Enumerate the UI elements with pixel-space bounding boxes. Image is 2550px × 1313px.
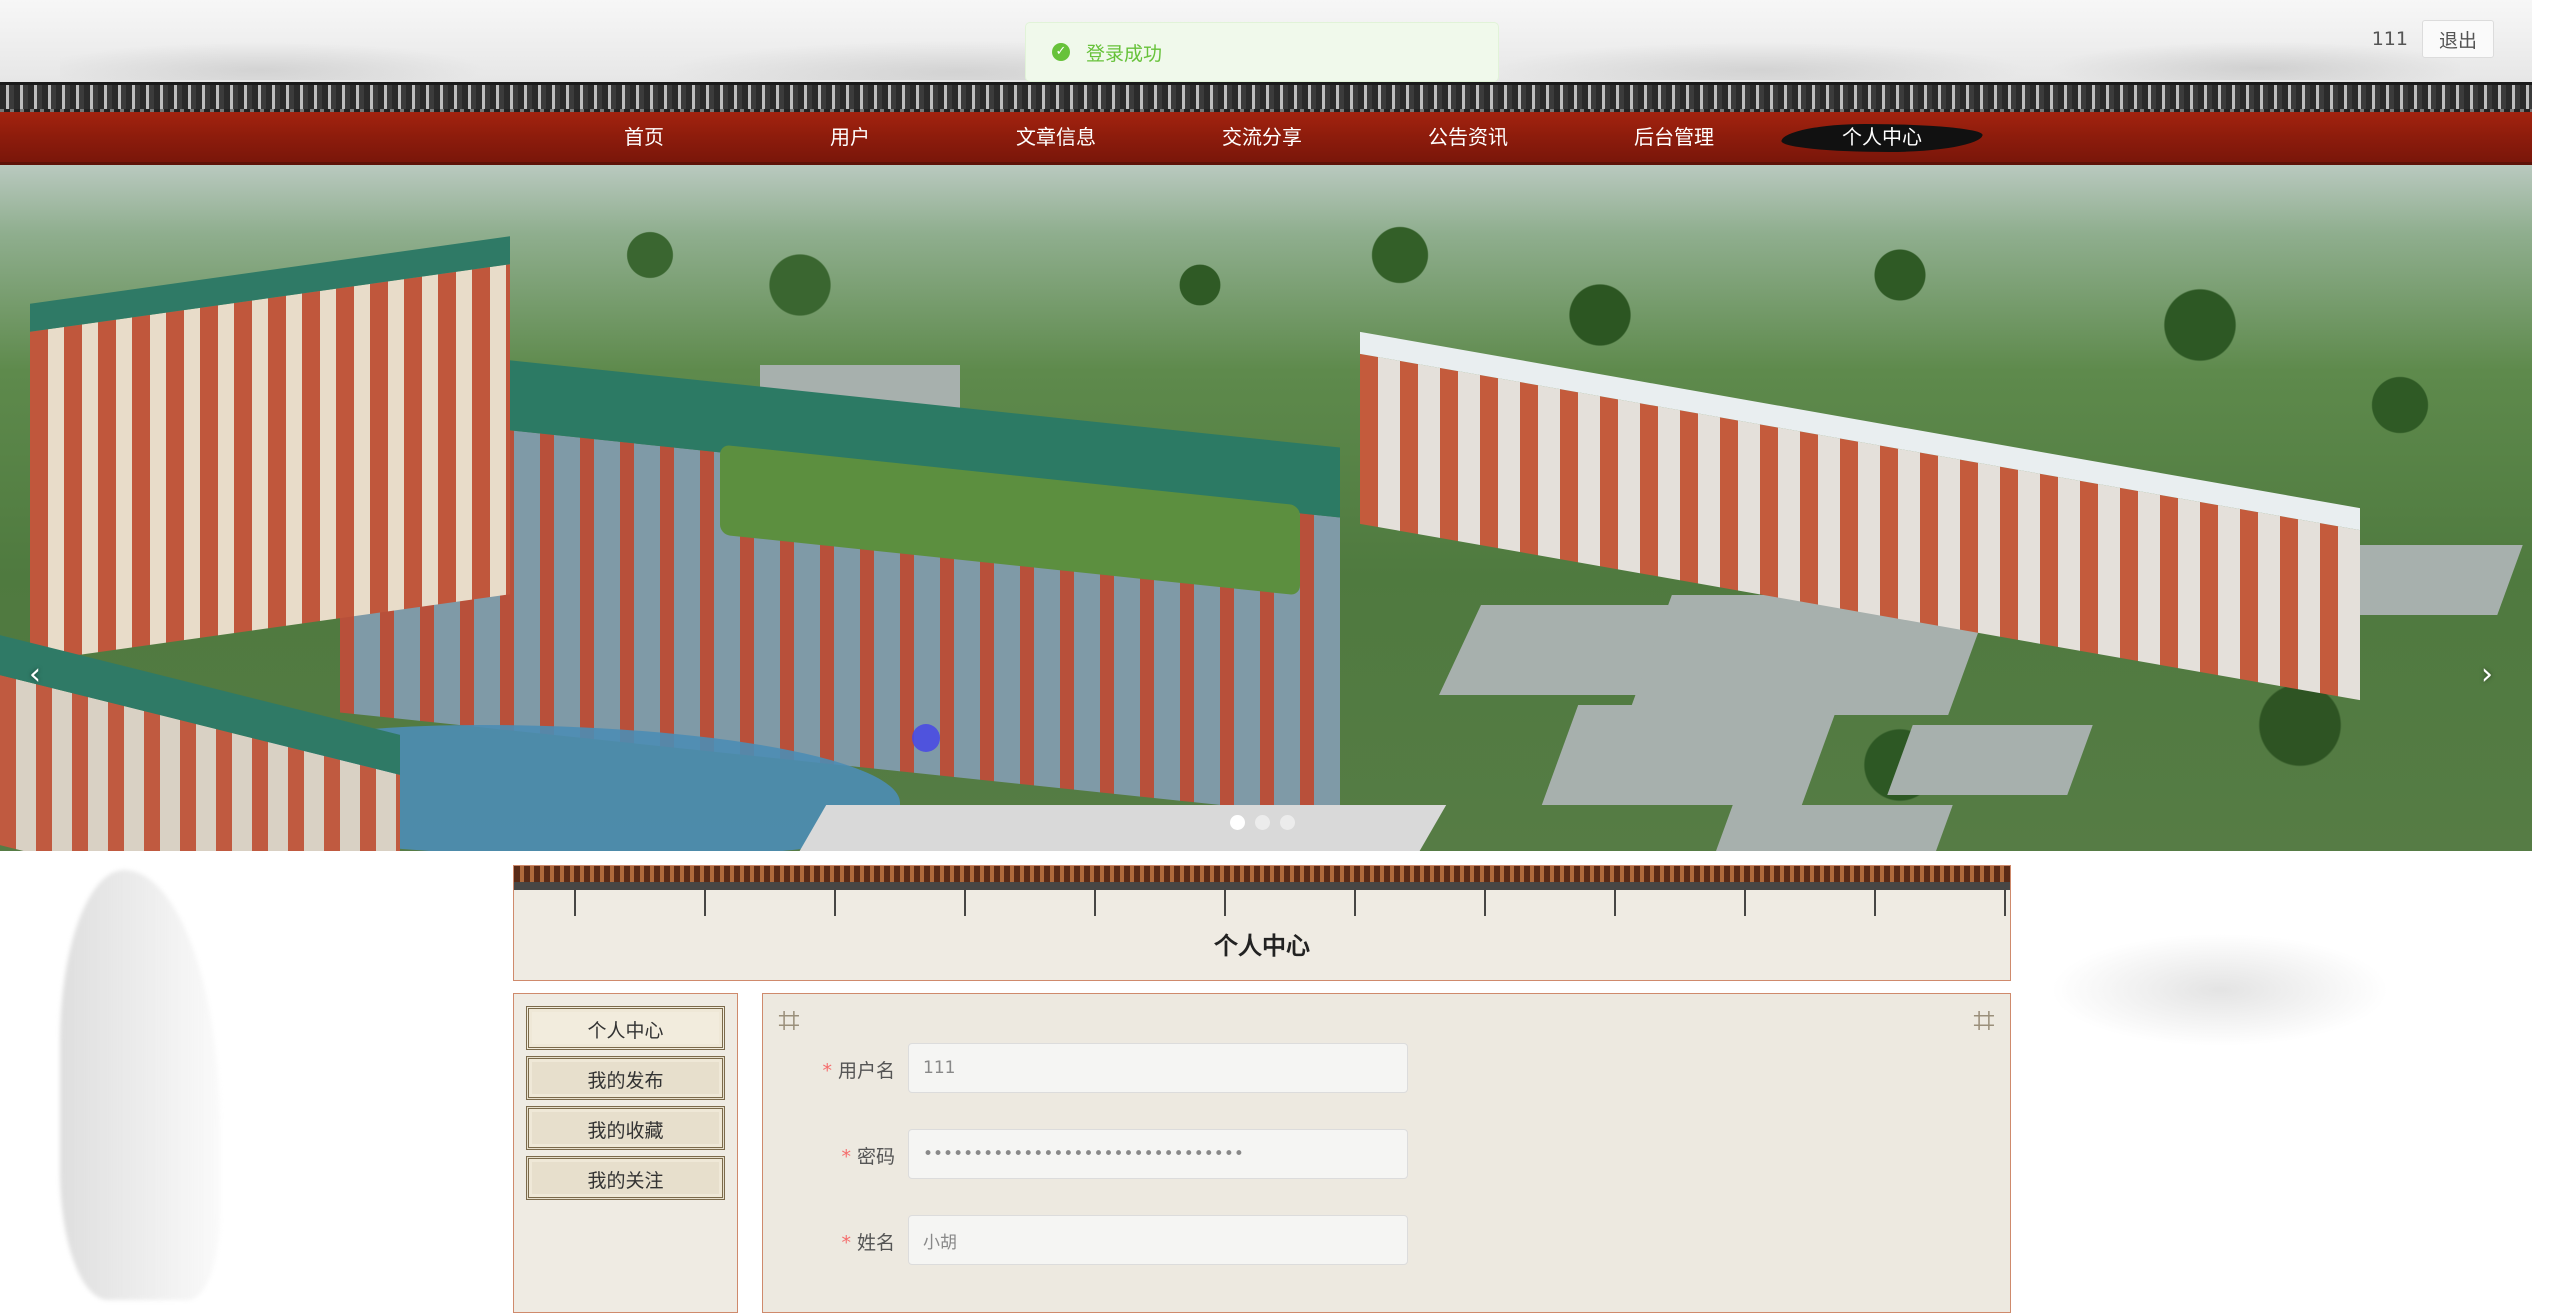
required-mark: * [841,1232,851,1254]
section-title-box: 个人中心 [513,865,2011,981]
carousel-dot[interactable] [1255,815,1270,830]
toast-message: 登录成功 [1086,42,1163,65]
required-mark: * [841,1146,851,1168]
nav-item-admin[interactable]: 后台管理 [1594,112,1754,162]
carousel-dot[interactable] [1280,815,1295,830]
banner-roof-block [1887,725,2093,795]
corner-ornament-icon: ⌗ [778,998,800,1042]
title-fringe-decoration [514,866,2010,882]
field-label: 密码 [856,1146,895,1168]
title-ink-drip-decoration [514,882,2010,916]
nav-item-share[interactable]: 交流分享 [1182,112,1342,162]
nav-item-label: 首页 [624,125,664,149]
name-label: * 姓名 [763,1228,895,1255]
form-row-password: * 密码 [763,1129,2010,1181]
nav-item-label: 文章信息 [1016,125,1096,149]
nav-item-users[interactable]: 用户 [770,112,930,162]
banner-plaza [733,805,1447,851]
carousel-dot[interactable] [1230,815,1245,830]
success-toast: ✓ 登录成功 [1025,22,1499,82]
chevron-left-icon[interactable]: ‹ [20,655,50,695]
section-title: 个人中心 [1214,932,1310,960]
main-nav: 首页 用户 文章信息 交流分享 公告资讯 后台管理 个人中心 [0,112,2532,165]
ink-painting-right [2020,870,2460,1300]
required-mark: * [822,1060,832,1082]
banner-roof-block [1707,805,1953,851]
side-menu-item-my-favorites[interactable]: 我的收藏 [526,1106,725,1150]
side-menu-item-my-posts[interactable]: 我的发布 [526,1056,725,1100]
nav-item-home[interactable]: 首页 [564,112,724,162]
side-menu-item-personal-center[interactable]: 个人中心 [526,1006,725,1050]
carousel-indicators [1230,815,1295,830]
roof-tile-decoration [0,82,2532,115]
field-label: 用户名 [837,1060,895,1082]
nav-item-label: 公告资讯 [1428,125,1508,149]
profile-form: ⌗ ⌗ *用户名 *密码 *姓名 [762,993,2011,1313]
mouse-cursor-indicator [912,724,940,752]
nav-item-articles[interactable]: 文章信息 [976,112,1136,162]
nav-item-announcements[interactable]: 公告资讯 [1388,112,1548,162]
user-area: 111 退出 [2372,20,2494,58]
logout-button[interactable]: 退出 [2421,20,2494,58]
banner-roof-block [1541,705,1839,805]
password-label: * 密码 [763,1142,895,1169]
banner-building-tower [30,236,510,662]
password-input[interactable] [908,1129,1408,1179]
side-menu: 个人中心 我的发布 我的收藏 我的关注 [513,993,738,1313]
side-menu-item-my-follows[interactable]: 我的关注 [526,1156,725,1200]
username-label: * 用户名 [763,1056,895,1083]
nav-item-label: 用户 [830,125,870,149]
nav-item-label: 后台管理 [1634,125,1714,149]
username-input[interactable] [908,1043,1408,1093]
corner-ornament-icon: ⌗ [1973,998,1995,1042]
username-label: 111 [2371,28,2408,50]
form-row-username: * 用户名 [763,1043,2010,1095]
form-row-name: * 姓名 [763,1215,2010,1267]
name-input[interactable] [908,1215,1408,1265]
chevron-right-icon[interactable]: › [2472,655,2502,695]
nav-item-label: 交流分享 [1222,125,1302,149]
check-circle-icon: ✓ [1052,43,1070,61]
field-label: 姓名 [856,1232,895,1254]
nav-item-label: 个人中心 [1842,125,1922,149]
nav-item-personal-center[interactable]: 个人中心 [1802,112,1962,162]
banner-carousel: ‹ › [0,165,2532,851]
